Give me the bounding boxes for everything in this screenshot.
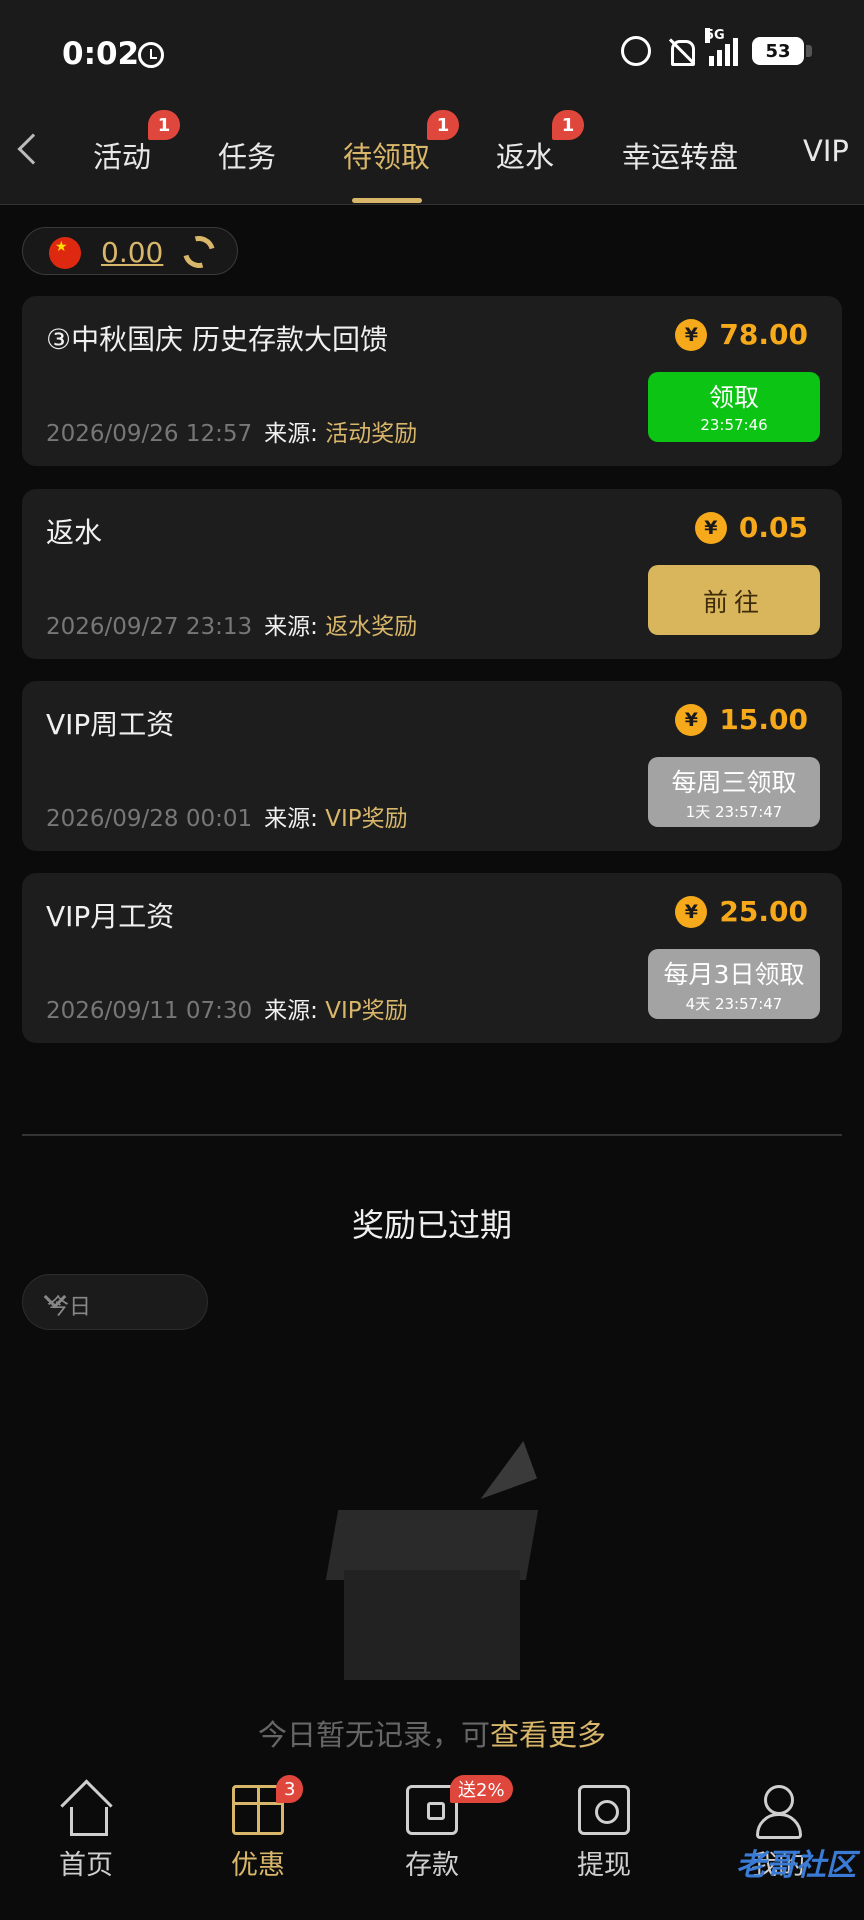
period-select[interactable]: 今日: [22, 1274, 208, 1330]
reward-amount: ¥0.05: [694, 511, 808, 544]
reward-card: 返水 ¥0.05 2026/09/27 23:13 来源: 返水奖励 前往: [22, 489, 842, 659]
weekly-claim-button[interactable]: 每周三领取 1天 23:57:47: [648, 757, 820, 827]
refresh-icon[interactable]: [177, 230, 221, 274]
reward-meta: 2026/09/27 23:13 来源: 返水奖励: [46, 614, 418, 640]
network-type: 5G: [705, 28, 725, 43]
tab-activity[interactable]: 活动: [93, 134, 151, 176]
reward-meta: 2026/09/11 07:30 来源: VIP奖励: [46, 998, 408, 1024]
nav-home[interactable]: 首页: [26, 1785, 146, 1882]
reward-amount: ¥78.00: [675, 318, 808, 351]
tab-tasks[interactable]: 任务: [218, 134, 276, 176]
coin-icon: ¥: [675, 703, 708, 736]
empty-message: 今日暂无记录，可查看更多: [257, 1718, 607, 1752]
alarm-icon: [138, 42, 164, 68]
battery-icon: 53: [752, 37, 812, 65]
user-icon: [752, 1785, 804, 1839]
expired-section-title: 奖励已过期: [351, 1206, 512, 1244]
status-time: 0:02: [62, 36, 140, 72]
tab-bar: 活动 1 任务 待领取 1 返水 1 幸运转盘 VIP: [0, 110, 864, 205]
signal-icon: 5G: [705, 28, 738, 66]
tab-vip[interactable]: VIP: [803, 134, 849, 168]
nav-badge: 送2%: [450, 1775, 513, 1803]
home-icon: [60, 1785, 112, 1836]
reward-meta: 2026/09/26 12:57 来源: 活动奖励: [46, 421, 418, 447]
watermark-logo: 老哥社区: [736, 1848, 856, 1883]
mute-icon: [665, 36, 695, 66]
tab-lucky-wheel[interactable]: 幸运转盘: [622, 134, 738, 176]
empty-box-illustration: [322, 1440, 542, 1690]
tab-pending[interactable]: 待领取: [343, 134, 430, 176]
go-button[interactable]: 前往: [648, 565, 820, 635]
reward-title: ③中秋国庆 历史存款大回馈: [46, 323, 389, 356]
reward-amount: ¥25.00: [675, 895, 808, 928]
reward-amount: ¥15.00: [675, 703, 808, 736]
tab-badge: 1: [427, 110, 459, 140]
balance-amount[interactable]: 0.00: [101, 236, 163, 269]
reward-card: VIP周工资 ¥15.00 2026/09/28 00:01 来源: VIP奖励 …: [22, 681, 842, 851]
tab-badge: 1: [552, 110, 584, 140]
coin-icon: ¥: [694, 511, 727, 544]
reward-meta: 2026/09/28 00:01 来源: VIP奖励: [46, 806, 408, 832]
reward-title: 返水: [46, 516, 103, 549]
paper-plane-icon: [466, 1440, 538, 1500]
nav-promotions[interactable]: 优惠: [198, 1785, 318, 1882]
cash-icon: [578, 1785, 630, 1835]
monthly-claim-button[interactable]: 每月3日领取 4天 23:57:47: [648, 949, 820, 1019]
alarm-clock-icon: [621, 36, 651, 66]
nav-withdraw[interactable]: 提现: [544, 1785, 664, 1882]
reward-card: ③中秋国庆 历史存款大回馈 ¥78.00 2026/09/26 12:57 来源:…: [22, 296, 842, 466]
active-tab-indicator: [352, 198, 422, 203]
balance-pill: 0.00: [22, 227, 238, 275]
tab-rebate[interactable]: 返水: [496, 134, 554, 176]
reward-title: VIP周工资: [46, 708, 175, 741]
status-bar: 0:02 5G 53: [0, 0, 864, 110]
back-icon[interactable]: [17, 133, 49, 165]
status-icons: 5G 53: [621, 28, 812, 66]
coin-icon: ¥: [675, 895, 708, 928]
divider: [22, 1134, 842, 1136]
view-more-link[interactable]: 查看更多: [490, 1718, 606, 1752]
claim-button[interactable]: 领取 23:57:46: [648, 372, 820, 442]
bottom-nav: 首页 优惠 3 存款 送2% 提现 我的: [0, 1765, 864, 1920]
reward-title: VIP月工资: [46, 900, 175, 933]
reward-card: VIP月工资 ¥25.00 2026/09/11 07:30 来源: VIP奖励 …: [22, 873, 842, 1043]
tab-badge: 1: [148, 110, 180, 140]
china-flag-icon: [49, 237, 81, 269]
coin-icon: ¥: [675, 318, 708, 351]
